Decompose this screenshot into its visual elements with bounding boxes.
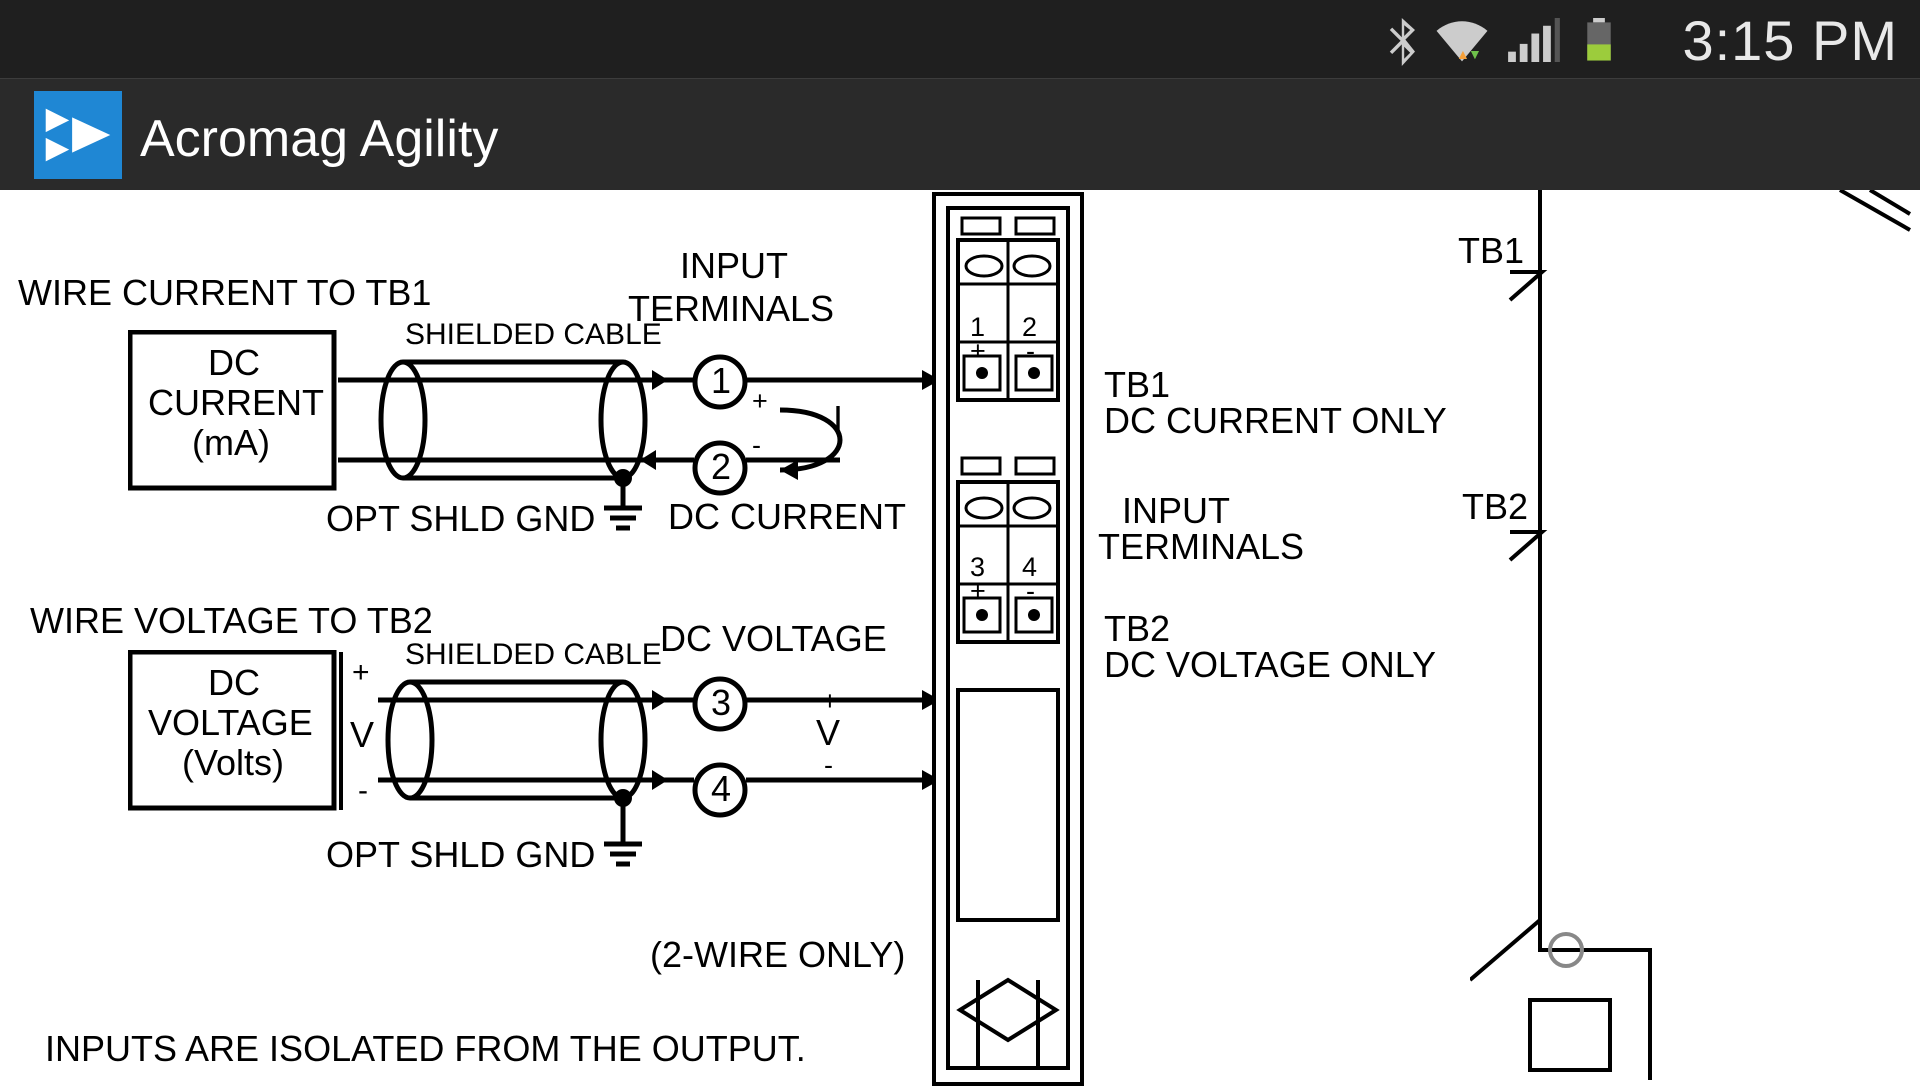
tb2-right-line2: DC VOLTAGE ONLY [1104,644,1436,686]
cell-signal-icon [1508,18,1560,67]
device-pin4-minus: - [1026,576,1035,607]
dc-current-box-line2: CURRENT [148,382,324,424]
label-opt-shld-gnd-2: OPT SHLD GND [326,834,595,876]
bluetooth-icon [1386,18,1420,71]
label-dc-current: DC CURRENT [668,496,906,538]
wifi-icon: ▲ ▼ [1434,18,1490,69]
label-wire-voltage-tb2: WIRE VOLTAGE TO TB2 [30,600,433,642]
label-input-terminals-top-l1: INPUT [680,245,788,287]
label-wire-current-tb1: WIRE CURRENT TO TB1 [18,272,431,314]
tb2-far-label: TB2 [1462,486,1528,528]
device-isometric [1470,190,1920,1090]
dc-current-box-line1: DC [208,342,260,384]
ground-symbol-1 [600,490,660,544]
label-inputs-isolated: INPUTS ARE ISOLATED FROM THE OUTPUT. [45,1028,806,1070]
app-logo-icon [34,91,122,179]
label-input-terminals-side-l2: TERMINALS [1098,526,1304,568]
label-opt-shld-gnd-1: OPT SHLD GND [326,498,595,540]
app-action-bar: Acromag Agility [0,78,1920,191]
i-loop-letter: I [833,398,843,440]
tb1-right-line2: DC CURRENT ONLY [1104,400,1447,442]
android-status-bar: 3:15 PM ▲ ▼ [0,0,1920,78]
label-dc-voltage: DC VOLTAGE [660,618,887,660]
ground-symbol-2 [600,826,660,880]
dc-voltage-box-line2: VOLTAGE [148,702,313,744]
dc-voltage-box-line3: (Volts) [182,742,284,784]
status-clock: 3:15 PM [1682,8,1898,73]
minus-v-bot: - [824,750,833,781]
dc-voltage-box-line1: DC [208,662,260,704]
battery-icon [1583,18,1615,67]
wiring-diagram[interactable]: WIRE CURRENT TO TB1 WIRE VOLTAGE TO TB2 … [0,190,1920,1080]
device-front [930,190,1090,1090]
v-letter-mid: V [816,712,840,754]
tb1-far-label: TB1 [1458,230,1524,272]
device-pin2-minus: - [1026,336,1035,367]
label-shielded-cable-1: SHIELDED CABLE [405,318,662,352]
device-pin3-plus: + [970,576,986,607]
label-shielded-cable-2: SHIELDED CABLE [405,638,662,672]
dc-current-box-line3: (mA) [192,422,270,464]
terminal-wires [660,340,960,860]
app-title: Acromag Agility [140,109,498,169]
label-2-wire-only: (2-WIRE ONLY) [650,934,905,976]
device-pin1-plus: + [970,336,986,367]
